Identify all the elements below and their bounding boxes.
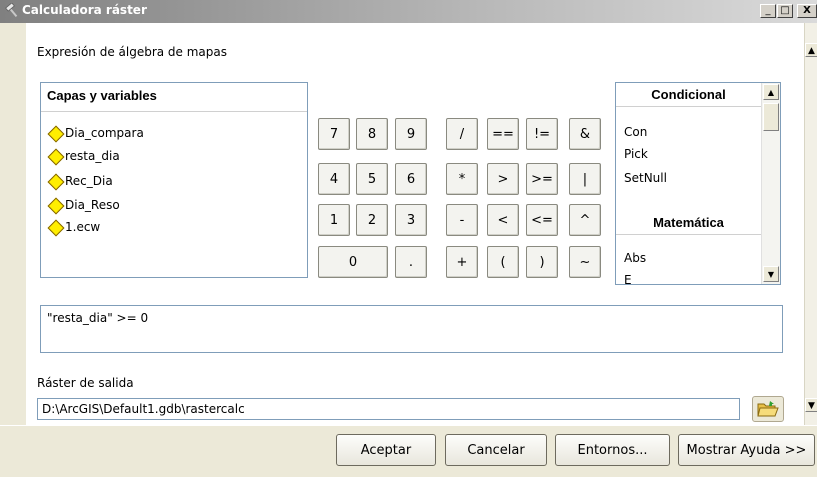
key-less-equal[interactable]: <= [526, 204, 558, 236]
layer-label: 1.ecw [65, 220, 101, 234]
layer-item[interactable]: Dia_Reso [47, 195, 120, 215]
functions-list[interactable]: Condicional Con Pick SetNull Matemática … [615, 82, 781, 285]
layer-item[interactable]: Dia_compara [47, 123, 144, 143]
ok-button[interactable]: Aceptar [336, 434, 436, 466]
key-open-paren[interactable]: ( [487, 246, 519, 278]
layer-item[interactable]: 1.ecw [47, 217, 100, 237]
key-4[interactable]: 4 [318, 163, 350, 195]
key-0[interactable]: 0 [318, 246, 388, 278]
key-divide[interactable]: / [446, 118, 478, 150]
dialog-left-margin [0, 23, 26, 425]
raster-layer-icon [47, 219, 63, 235]
raster-layer-icon [47, 197, 63, 213]
functions-scrollbar[interactable]: ▲ ▼ [761, 83, 780, 284]
expression-textbox[interactable]: "resta_dia" >= 0 [40, 305, 783, 353]
output-raster-field[interactable]: D:\ArcGIS\Default1.gdb\rastercalc [37, 398, 740, 420]
conditional-header: Condicional [616, 83, 761, 107]
key-minus[interactable]: - [446, 204, 478, 236]
scroll-thumb[interactable] [763, 103, 779, 131]
layer-label: Dia_compara [65, 126, 144, 140]
function-item-e[interactable]: E [624, 273, 632, 284]
maximize-button[interactable]: □ [777, 4, 793, 18]
close-button[interactable]: X [797, 4, 817, 18]
key-not[interactable]: ~ [569, 246, 601, 278]
function-item-abs[interactable]: Abs [624, 251, 646, 265]
layer-label: Dia_Reso [65, 198, 120, 212]
raster-layer-icon [47, 148, 63, 164]
key-xor[interactable]: ^ [569, 204, 601, 236]
key-close-paren[interactable]: ) [526, 246, 558, 278]
key-1[interactable]: 1 [318, 204, 350, 236]
minimize-button[interactable]: _ [760, 4, 776, 18]
open-folder-icon [757, 401, 779, 417]
scroll-up-icon[interactable]: ▲ [763, 84, 779, 100]
key-plus[interactable]: + [446, 246, 478, 278]
layer-item[interactable]: resta_dia [47, 146, 120, 166]
window-title: Calculadora ráster [22, 3, 147, 17]
function-item-con[interactable]: Con [624, 125, 647, 139]
output-raster-label: Ráster de salida [37, 376, 134, 390]
dialog-scrollbar[interactable]: ▲ ▼ [804, 23, 817, 425]
function-item-setnull[interactable]: SetNull [624, 171, 667, 185]
layers-list[interactable]: Capas y variables Dia_compara resta_dia … [40, 82, 308, 278]
key-less[interactable]: < [487, 204, 519, 236]
key-3[interactable]: 3 [395, 204, 427, 236]
scroll-down-icon[interactable]: ▼ [763, 266, 779, 282]
key-5[interactable]: 5 [356, 163, 388, 195]
environments-button[interactable]: Entornos... [555, 434, 670, 466]
cancel-button[interactable]: Cancelar [445, 434, 547, 466]
raster-layer-icon [47, 173, 63, 189]
key-greater[interactable]: > [487, 163, 519, 195]
hammer-icon [4, 2, 20, 19]
raster-layer-icon [47, 125, 63, 141]
key-multiply[interactable]: * [446, 163, 478, 195]
layer-label: resta_dia [65, 149, 120, 163]
show-help-button[interactable]: Mostrar Ayuda >> [678, 434, 815, 466]
scroll-up-icon[interactable]: ▲ [805, 43, 817, 57]
section-label: Expresión de álgebra de mapas [37, 45, 228, 59]
key-and[interactable]: & [569, 118, 601, 150]
key-2[interactable]: 2 [356, 204, 388, 236]
key-7[interactable]: 7 [318, 118, 350, 150]
key-decimal[interactable]: . [395, 246, 427, 278]
key-greater-equal[interactable]: >= [526, 163, 558, 195]
key-not-equal[interactable]: != [526, 118, 558, 150]
browse-button[interactable] [752, 396, 784, 422]
key-6[interactable]: 6 [395, 163, 427, 195]
scroll-down-icon[interactable]: ▼ [805, 398, 817, 412]
function-item-pick[interactable]: Pick [624, 147, 648, 161]
key-equal[interactable]: == [487, 118, 519, 150]
math-header: Matemática [616, 211, 761, 235]
layers-header: Capas y variables [41, 83, 307, 112]
key-8[interactable]: 8 [356, 118, 388, 150]
key-9[interactable]: 9 [395, 118, 427, 150]
layer-item[interactable]: Rec_Dia [47, 171, 113, 191]
key-or[interactable]: | [569, 163, 601, 195]
layer-label: Rec_Dia [65, 174, 113, 188]
